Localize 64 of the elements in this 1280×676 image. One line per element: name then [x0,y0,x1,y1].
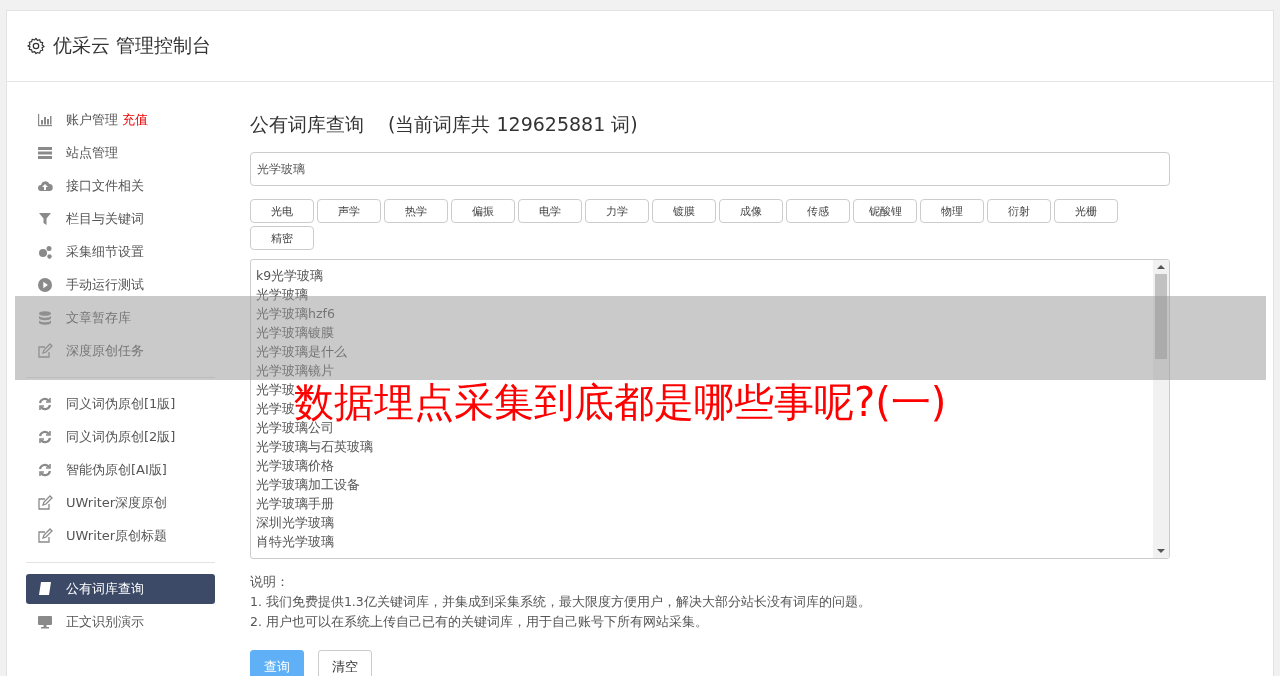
sidebar-item[interactable]: 账户管理 充值 [26,105,215,135]
refresh-icon [37,462,53,478]
tag-button[interactable]: 精密 [250,226,314,250]
bars-icon [37,112,53,128]
sidebar-item[interactable]: 站点管理 [26,138,215,168]
result-item[interactable]: k9光学玻璃 [256,268,324,283]
result-item[interactable]: 光学玻璃加工设备 [256,477,360,492]
sidebar-item[interactable]: 采集细节设置 [26,237,215,267]
tag-button[interactable]: 光栅 [1054,199,1118,223]
page-title: 公有词库查询 [250,112,364,137]
play-icon [37,277,53,293]
database-icon [37,310,53,326]
tag-button[interactable]: 电学 [518,199,582,223]
sidebar-item[interactable]: 同义词伪原创[1版] [26,389,215,419]
sidebar-item[interactable]: 手动运行测试 [26,270,215,300]
refresh-icon [37,396,53,412]
result-item[interactable]: 光学玻璃价格 [256,458,334,473]
overlay-title: 数据埋点采集到底都是哪些事呢?(一) [294,381,947,423]
word-count: (当前词库共 129625881 词) [388,112,638,137]
result-item[interactable]: 光学玻璃公司 [256,420,334,435]
scrollbar[interactable] [1153,260,1169,558]
book-icon [37,581,53,597]
tag-button[interactable]: 声学 [317,199,381,223]
sidebar-item[interactable]: 同义词伪原创[2版] [26,422,215,452]
tag-button[interactable]: 成像 [719,199,783,223]
tag-button[interactable]: 力学 [585,199,649,223]
edit-icon [37,528,53,544]
edit-icon [37,343,53,359]
sidebar-item[interactable]: 公有词库查询 [26,574,215,604]
notes-heading: 说明： [250,573,290,591]
sidebar-item[interactable]: 智能伪原创[AI版] [26,455,215,485]
tag-button[interactable]: 物理 [920,199,984,223]
refresh-icon [37,429,53,445]
note-text: 2. 用户也可以在系统上传自己已有的关键词库，用于自己账号下所有网站采集。 [250,613,709,631]
tag-button[interactable]: 光电 [250,199,314,223]
result-item[interactable]: 肖特光学玻璃 [256,534,334,549]
filter-icon [37,211,53,227]
edit-icon [37,495,53,511]
settings-icon [27,37,45,55]
tag-button[interactable]: 传感 [786,199,850,223]
clear-button[interactable]: 清空 [318,650,372,676]
sidebar-item[interactable]: UWriter原创标题 [26,521,215,551]
tag-button[interactable]: 热学 [384,199,448,223]
note-text: 1. 我们免费提供1.3亿关键词库，并集成到采集系统，最大限度方便用户，解决大部分站长没有词库的问题。 [250,593,872,611]
result-item[interactable]: 光学玻 [256,382,295,397]
sidebar-item[interactable]: UWriter深度原创 [26,488,215,518]
tag-button[interactable]: 镀膜 [652,199,716,223]
console-title: 优采云 管理控制台 [53,33,212,58]
server-icon [37,145,53,161]
result-item[interactable]: 深圳光学玻璃 [256,515,334,530]
result-item[interactable]: 光学玻璃手册 [256,496,334,511]
monitor-icon [37,614,53,630]
tag-button[interactable]: 衍射 [987,199,1051,223]
search-field[interactable]: 光学玻璃 [250,152,1170,186]
tag-button[interactable]: 偏振 [451,199,515,223]
recharge-link[interactable]: 充值 [122,111,148,129]
sidebar-item[interactable]: 正文识别演示 [26,607,215,637]
cloud-icon [37,178,53,194]
result-item[interactable]: 光学玻璃 [256,287,308,302]
sidebar-item[interactable]: 栏目与关键词 [26,204,215,234]
tag-button[interactable]: 铌酸锂 [853,199,917,223]
result-item[interactable]: 光学玻 [256,401,295,416]
sidebar-item[interactable]: 接口文件相关 [26,171,215,201]
result-item[interactable]: 光学玻璃与石英玻璃 [256,439,373,454]
